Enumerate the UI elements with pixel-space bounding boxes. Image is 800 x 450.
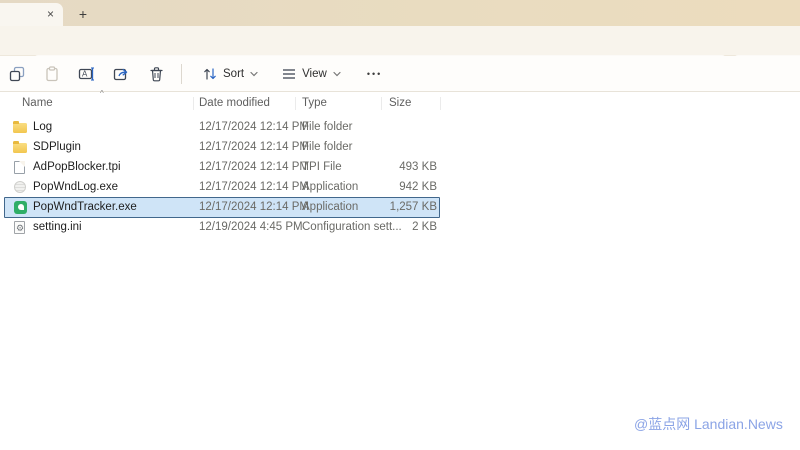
file-row[interactable]: PopWndLog.exe 12/17/2024 12:14 PM Applic… [0,177,440,197]
column-divider[interactable] [193,97,194,110]
file-row[interactable]: SDPlugin 12/17/2024 12:14 PM File folder [0,137,440,157]
column-header-name[interactable]: Name [22,97,53,109]
file-date-modified: 12/17/2024 12:14 PM [199,181,309,193]
file-size: 942 KB [358,181,437,193]
file-name: SDPlugin [33,141,81,153]
rename-button[interactable]: A [72,60,101,88]
command-toolbar: A Sort [0,56,800,92]
share-button[interactable] [107,60,136,88]
file-row[interactable]: setting.ini 12/19/2024 4:45 PM Configura… [0,217,440,237]
folder-icon [13,143,27,153]
file-date-modified: 12/17/2024 12:14 PM [199,141,309,153]
file-type: Application [302,201,358,213]
view-button[interactable]: View [270,60,353,88]
new-tab-button[interactable]: + [72,3,94,26]
explorer-tab[interactable]: × [0,3,63,26]
column-divider[interactable] [295,97,296,110]
file-size: 2 KB [358,221,437,233]
file-icon [14,201,27,214]
file-date-modified: 12/17/2024 12:14 PM [199,201,309,213]
delete-button[interactable] [142,60,171,88]
file-name: setting.ini [33,221,82,233]
folder-icon [13,123,27,133]
view-icon [282,68,296,80]
sort-icon [203,67,217,81]
file-list: Log 12/17/2024 12:14 PM File folder SDPl… [0,117,460,237]
column-header-type[interactable]: Type [302,97,327,109]
file-name: AdPopBlocker.tpi [33,161,121,173]
file-icon [14,221,25,234]
rename-icon: A [78,66,95,82]
sort-label: Sort [223,68,244,80]
copy-icon [9,66,25,82]
watermark: @蓝点网 Landian.News [634,414,783,434]
more-options-button[interactable]: ••• [357,69,392,79]
file-type: File folder [302,141,353,153]
file-icon [14,181,26,193]
column-divider[interactable] [381,97,382,110]
file-row[interactable]: AdPopBlocker.tpi 12/17/2024 12:14 PM TPI… [0,157,440,177]
copy-button[interactable] [2,60,31,88]
file-row[interactable]: Log 12/17/2024 12:14 PM File folder [0,117,440,137]
toolbar-separator [181,64,182,84]
file-type: TPI File [302,161,342,173]
file-size: 493 KB [358,161,437,173]
file-name: Log [33,121,52,133]
file-size: 1,257 KB [358,201,437,213]
svg-text:A: A [82,69,88,78]
file-type: Application [302,181,358,193]
share-icon [113,66,130,82]
file-type: File folder [302,121,353,133]
sort-button[interactable]: Sort [191,60,270,88]
tab-bar: × + [0,0,800,26]
file-name: PopWndTracker.exe [33,201,137,213]
address-bar: › ⋯ Local Disk (C:)›Program Files (x86)›… [0,26,800,56]
paste-button[interactable] [37,60,66,88]
paste-icon [44,66,60,82]
file-name: PopWndLog.exe [33,181,118,193]
column-header-date-modified[interactable]: Date modified [199,97,270,109]
file-date-modified: 12/19/2024 4:45 PM [199,221,303,233]
column-header-row: Name Date modified Type Size [0,95,800,113]
delete-icon [149,66,164,82]
file-icon [14,161,25,174]
chevron-down-icon [250,71,258,77]
file-explorer-window: { "tab_bar": { "close_label": "×", "new_… [0,0,800,450]
chevron-down-icon [333,71,341,77]
tab-close-icon[interactable]: × [47,7,54,21]
file-date-modified: 12/17/2024 12:14 PM [199,121,309,133]
column-divider[interactable] [440,97,441,110]
file-row[interactable]: PopWndTracker.exe 12/17/2024 12:14 PM Ap… [0,197,440,217]
file-date-modified: 12/17/2024 12:14 PM [199,161,309,173]
column-header-size[interactable]: Size [389,97,411,109]
view-label: View [302,68,327,80]
